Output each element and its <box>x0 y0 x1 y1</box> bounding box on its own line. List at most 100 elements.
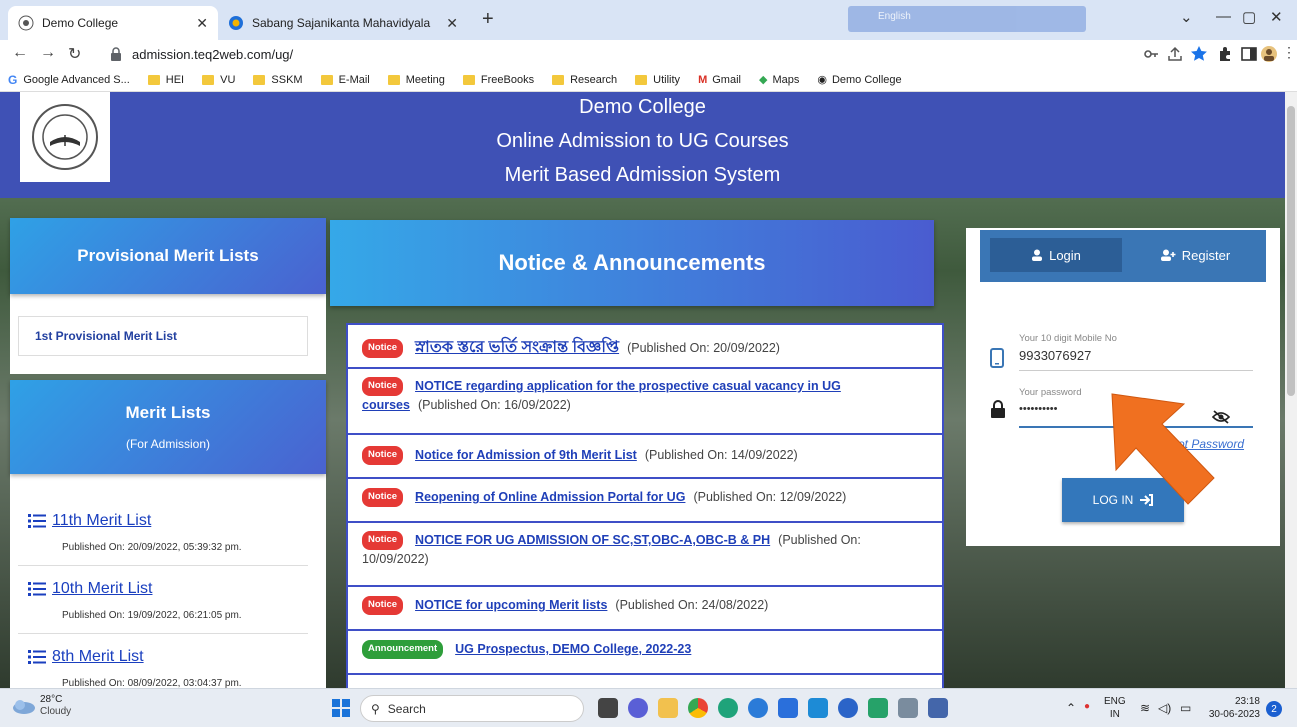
bookmark-research[interactable]: Research <box>552 74 617 86</box>
merit-lists-header: Merit Lists (For Admission) <box>10 380 326 474</box>
task-view-icon[interactable] <box>598 698 618 718</box>
volume-icon[interactable]: ◁) <box>1158 701 1171 715</box>
chevron-down-icon[interactable]: ⌄ <box>1180 8 1193 26</box>
bookmark-label: Maps <box>772 73 800 86</box>
bookmark-email[interactable]: E-Mail <box>320 74 370 86</box>
address-bar-row: ← → ↻ admission.teq2web.com/ug/ ⋮ <box>0 40 1297 68</box>
bookmark-gmail[interactable]: M Gmail <box>698 74 741 86</box>
taskbar-search[interactable]: ⚲ Search <box>360 695 584 722</box>
chrome-icon[interactable] <box>688 698 708 718</box>
cloud-icon <box>13 700 35 714</box>
mdp-app-icon[interactable] <box>808 698 828 718</box>
back-icon[interactable]: ← <box>12 44 28 62</box>
file-explorer-icon[interactable] <box>658 698 678 718</box>
merit-published-date: Published On: 19/09/2022, 06:21:05 pm. <box>62 610 242 621</box>
provisional-merit-title: Provisional Merit Lists <box>10 218 326 294</box>
snipping-tool-icon[interactable] <box>898 698 918 718</box>
merit-list-link[interactable]: 10th Merit List <box>28 580 152 598</box>
notice-published: (Published On: 20/09/2022) <box>627 341 780 355</box>
more-menu-icon[interactable]: ⋮ <box>1282 44 1296 61</box>
new-tab-icon[interactable]: + <box>482 8 494 31</box>
bookmark-maps[interactable]: ◆ Maps <box>758 73 800 87</box>
bookmark-demo-college[interactable]: ◉ Demo College <box>817 73 901 87</box>
restore-icon[interactable]: ▢ <box>1242 8 1256 26</box>
bookmark-label: Google Advanced S... <box>23 73 130 86</box>
password-field[interactable]: •••••••••• <box>1019 403 1058 415</box>
merit-published-date: Published On: 20/09/2022, 05:39:32 pm. <box>62 542 242 553</box>
reload-icon[interactable]: ↻ <box>68 44 81 64</box>
notice-link[interactable]: Notice for Admission of 9th Merit List <box>415 448 637 462</box>
list-icon <box>28 650 46 664</box>
folder-icon <box>253 74 266 85</box>
language-indicator[interactable]: ENG IN <box>1104 695 1126 721</box>
profile-avatar-icon[interactable] <box>1260 45 1278 63</box>
clock-date: 30-06-2023 <box>1208 709 1260 720</box>
announcement-link[interactable]: UG Prospectus, DEMO College, 2022-23 <box>455 642 691 656</box>
extensions-icon[interactable] <box>1216 45 1234 63</box>
notice-item: Notice স্নাতক স্তরে ভর্তি সংক্রান্ত বিজ্ঞ… <box>346 323 944 369</box>
tab-register[interactable]: Register <box>1130 238 1260 272</box>
app-icon[interactable] <box>928 698 948 718</box>
user-plus-icon <box>1160 249 1176 261</box>
tab-sabang[interactable]: Sabang Sajanikanta Mahavidyala ✕ <box>218 6 468 40</box>
windows-start-icon[interactable] <box>332 699 350 717</box>
bookmark-hei[interactable]: HEI <box>147 73 185 86</box>
mobile-field[interactable]: 9933076927 <box>1019 348 1091 363</box>
notice-item: Notice NOTICE for upcoming Merit lists (Pu… <box>346 585 944 631</box>
calculator-icon[interactable] <box>868 698 888 718</box>
notice-link[interactable]: স্নাতক স্তরে ভর্তি সংক্রান্ত বিজ্ঞপ্তি <box>415 339 619 356</box>
tab-demo-college[interactable]: Demo College ✕ <box>8 6 218 40</box>
edge-icon[interactable] <box>718 698 738 718</box>
minimize-icon[interactable]: — <box>1216 8 1231 25</box>
notice-link[interactable]: NOTICE FOR UG ADMISSION OF SC,ST,OBC-A,O… <box>415 533 770 547</box>
url-field[interactable]: admission.teq2web.com/ug/ <box>110 42 1070 66</box>
notice-published: (Published On: 24/08/2022) <box>615 598 769 612</box>
close-window-icon[interactable]: ✕ <box>1270 8 1283 26</box>
weather-temp: 28°C <box>40 694 63 705</box>
merit-list-link[interactable]: 8th Merit List <box>28 648 144 666</box>
merit-list-link[interactable]: 11th Merit List <box>28 512 151 530</box>
maps-icon: ◆ <box>758 74 768 86</box>
share-icon[interactable] <box>1166 45 1184 63</box>
tab-close-icon[interactable]: ✕ <box>196 15 208 32</box>
notices-header: Notice & Announcements <box>330 220 934 306</box>
weather-widget[interactable]: 28°C Cloudy <box>10 694 71 718</box>
announcement-item: Announcement UG Prospectus, DEMO College,… <box>346 629 944 675</box>
bookmark-vu[interactable]: VU <box>202 74 235 86</box>
bookmark-label: SSKM <box>271 73 303 86</box>
bookmark-label: FreeBooks <box>480 73 535 86</box>
store-icon[interactable] <box>778 698 798 718</box>
page-viewport: Demo College Online Admission to UG Cour… <box>0 92 1285 688</box>
star-icon[interactable] <box>1190 45 1208 63</box>
browser-app-icon[interactable] <box>838 698 858 718</box>
skype-icon[interactable] <box>748 698 768 718</box>
notice-link[interactable]: NOTICE for upcoming Merit lists <box>415 598 607 612</box>
chevron-up-icon[interactable]: ⌃ <box>1066 701 1076 715</box>
side-panel-icon[interactable] <box>1240 45 1258 63</box>
notification-badge[interactable]: 2 <box>1266 701 1282 717</box>
wifi-icon[interactable]: ≋ <box>1140 701 1150 715</box>
bookmark-google-advanced[interactable]: G Google Advanced S... <box>8 73 130 87</box>
tab-close-icon[interactable]: ✕ <box>446 15 458 32</box>
tray-app-icon[interactable]: ● <box>1084 701 1090 712</box>
provisional-merit-item[interactable]: 1st Provisional Merit List <box>18 316 308 356</box>
teams-icon[interactable] <box>628 698 648 718</box>
key-icon[interactable] <box>1142 45 1160 63</box>
tab-login[interactable]: Login <box>990 238 1122 272</box>
notice-link[interactable]: Reopening of Online Admission Portal for… <box>415 490 685 504</box>
bookmark-label: HEI <box>165 73 185 86</box>
battery-icon[interactable]: ▭ <box>1180 701 1191 715</box>
bookmark-sskm[interactable]: SSKM <box>253 73 303 86</box>
clock[interactable]: 23:18 30-06-2023 <box>1206 695 1260 721</box>
clock-time: 23:18 <box>1234 696 1260 707</box>
bookmark-freebooks[interactable]: FreeBooks <box>462 73 535 86</box>
lock-icon <box>991 400 1005 418</box>
provisional-title-text: Provisional Merit Lists <box>77 246 259 265</box>
scrollbar-thumb[interactable] <box>1287 106 1295 396</box>
forward-icon[interactable]: → <box>40 44 56 62</box>
list-icon <box>28 514 46 528</box>
page-scrollbar[interactable] <box>1285 92 1297 688</box>
bookmark-meeting[interactable]: Meeting <box>387 74 445 86</box>
bookmark-label: Utility <box>653 73 681 86</box>
bookmark-utility[interactable]: Utility <box>635 74 680 86</box>
